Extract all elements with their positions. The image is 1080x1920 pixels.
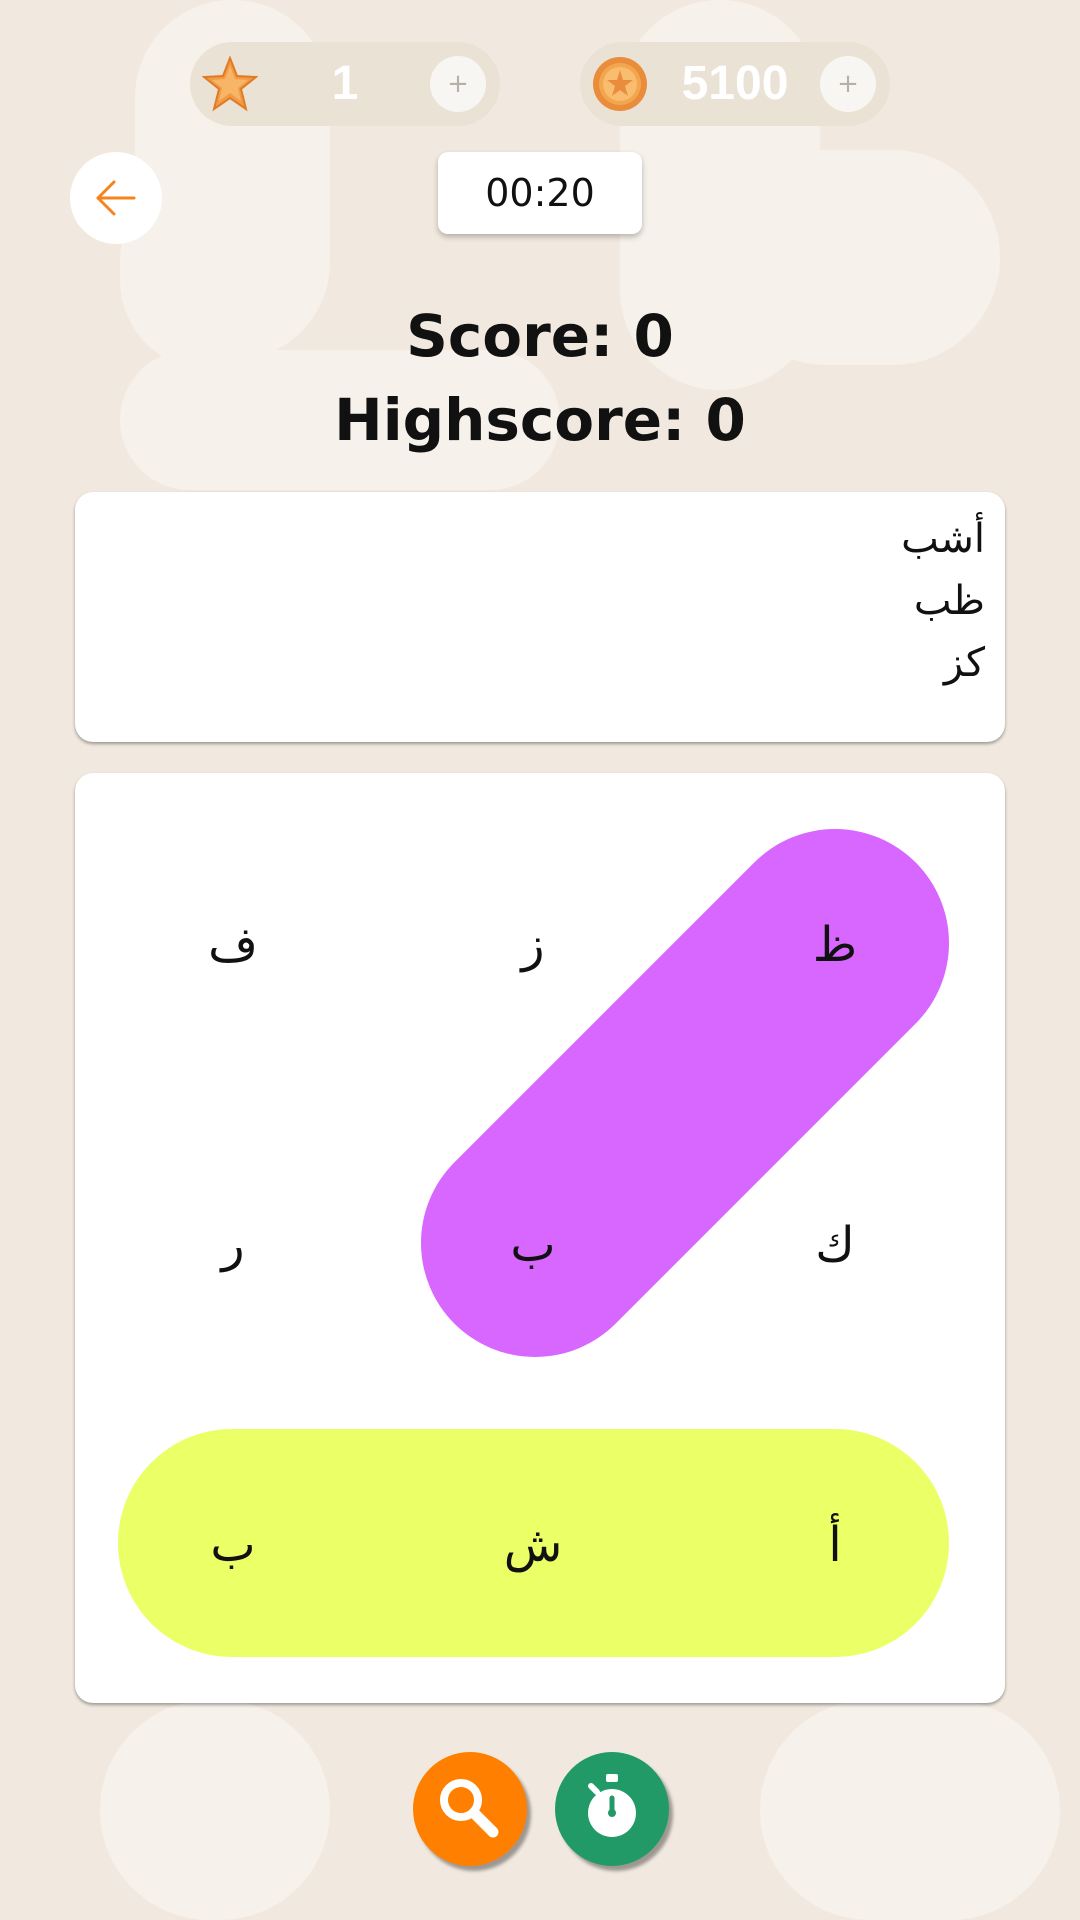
grid-letter[interactable]: ب	[183, 1505, 283, 1585]
coins-value: 5100	[681, 57, 789, 110]
stars-value: 1	[331, 57, 359, 110]
grid-letter[interactable]: ز	[483, 905, 583, 985]
word-list-panel: أشب ظب كز	[75, 492, 1005, 742]
background-swirl	[760, 1700, 1060, 1920]
coin-icon	[592, 56, 648, 112]
letter-grid[interactable]: ف ز ظ ر ب ك ب ش أ	[75, 773, 1005, 1703]
star-icon	[201, 55, 259, 112]
grid-letter[interactable]: ب	[483, 1205, 583, 1285]
arrow-left-icon	[96, 180, 136, 216]
stopwatch-icon	[588, 1774, 636, 1837]
highscore-label: Highscore: 0	[334, 386, 746, 454]
grid-letter[interactable]: أ	[785, 1505, 885, 1585]
magnifier-icon	[440, 1779, 499, 1838]
freeze-time-button[interactable]	[555, 1752, 669, 1866]
word-item: أشب	[901, 516, 985, 562]
score-label: Score: 0	[406, 302, 674, 370]
grid-letter[interactable]: ش	[483, 1505, 583, 1585]
coins-counter: 5100 +	[580, 42, 890, 126]
background-swirl	[100, 1700, 330, 1920]
stars-counter: 1 +	[190, 42, 500, 126]
hint-search-button[interactable]	[413, 1752, 527, 1866]
grid-letter[interactable]: ف	[183, 905, 283, 985]
word-item: كز	[943, 640, 985, 686]
grid-letter[interactable]: ك	[785, 1205, 885, 1285]
add-coins-button[interactable]: +	[820, 56, 876, 112]
add-stars-button[interactable]: +	[430, 56, 486, 112]
back-button[interactable]	[70, 152, 162, 244]
word-item: ظب	[913, 578, 985, 624]
grid-letter[interactable]: ظ	[785, 905, 885, 985]
found-word-highlight	[421, 829, 949, 1357]
timer-display: 00:20	[438, 152, 642, 234]
grid-letter[interactable]: ر	[183, 1205, 283, 1285]
